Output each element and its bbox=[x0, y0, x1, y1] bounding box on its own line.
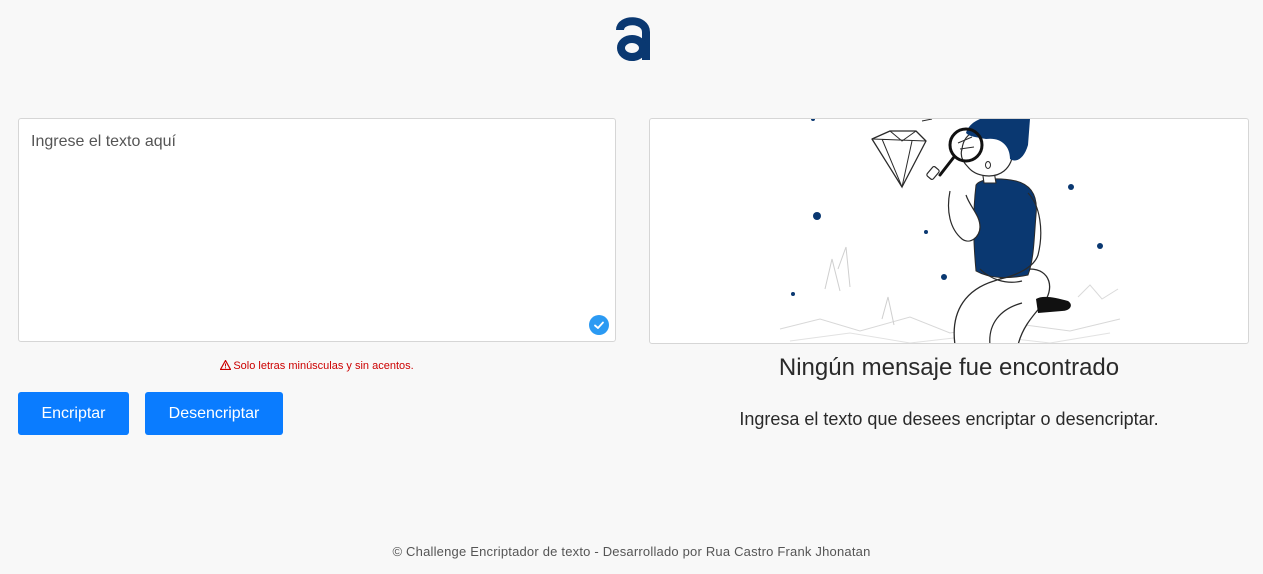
output-panel bbox=[649, 118, 1249, 344]
warning-triangle-icon bbox=[220, 359, 232, 371]
alura-logo-icon bbox=[612, 10, 654, 66]
text-input-container bbox=[18, 118, 616, 342]
text-input[interactable] bbox=[19, 119, 615, 341]
checkmark-icon bbox=[589, 315, 609, 335]
output-subtitle: Ingresa el texto que desees encriptar o … bbox=[739, 409, 1159, 429]
person-with-magnifying-glass-illustration bbox=[779, 119, 1121, 343]
input-warning: Solo letras minúsculas y sin acentos. bbox=[18, 359, 616, 372]
footer-credit: © Challenge Encriptador de texto - Desar… bbox=[392, 544, 871, 559]
warning-text: Solo letras minúsculas y sin acentos. bbox=[233, 360, 414, 372]
decrypt-button[interactable]: Desencriptar bbox=[145, 392, 283, 435]
encrypt-button[interactable]: Encriptar bbox=[18, 392, 129, 435]
output-title: Ningún mensaje fue encontrado bbox=[778, 354, 1120, 381]
